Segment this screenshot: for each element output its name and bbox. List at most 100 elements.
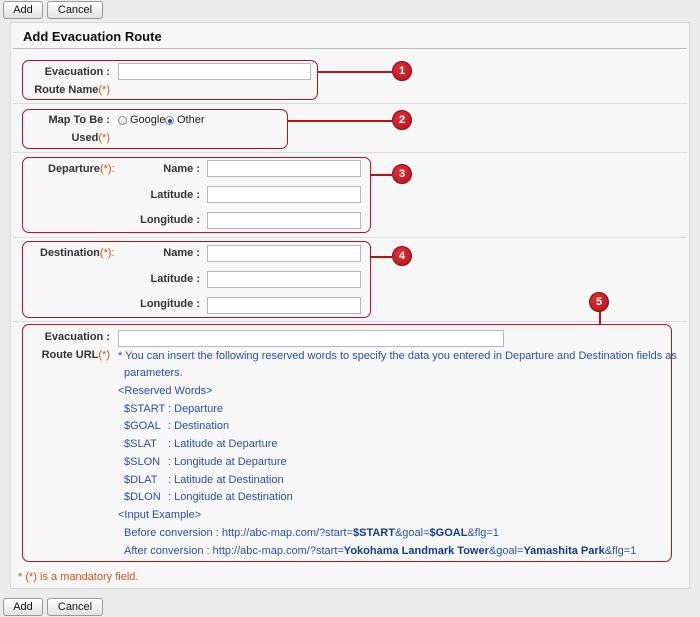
destination-name-label: Name : (163, 247, 200, 259)
label-colon: : (103, 114, 110, 126)
callout-leader (599, 311, 601, 325)
example-url-keyword: $START (352, 527, 395, 539)
map-label: Map To Be : (30, 114, 110, 126)
callout-leader (371, 174, 392, 176)
reserved-word-desc: Longitude at Destination (174, 491, 293, 503)
callout-leader (288, 120, 392, 122)
reserved-word: $SLON (124, 456, 161, 468)
callout-badge-4: 4 (392, 246, 412, 266)
example-url-keyword: $GOAL (429, 527, 468, 539)
title-divider (13, 48, 687, 49)
example-url-part: &flg=1 (604, 545, 637, 557)
route-url-help-line1: * You can insert the following reserved … (118, 350, 677, 362)
after-conversion-label: After conversion (124, 545, 204, 557)
add-button-bottom[interactable]: Add (3, 598, 43, 616)
destination-longitude-label-text: Longitude (140, 298, 194, 310)
reserved-word-row: $START: Departure (124, 403, 224, 415)
callout-badge-1: 1 (392, 61, 412, 81)
reserved-word-desc: Destination (174, 420, 230, 432)
map-label-line2: Used (71, 132, 99, 144)
other-radio[interactable] (165, 116, 174, 125)
reserved-word-row: $DLON: Longitude at Destination (124, 491, 293, 503)
destination-label: Destination(*): (40, 247, 115, 259)
add-button[interactable]: Add (3, 1, 43, 19)
reserved-word-row: $SLAT: Latitude at Departure (124, 438, 278, 450)
departure-label-text: Departure (48, 163, 100, 175)
row-divider (13, 152, 687, 153)
reserved-word: $DLAT (124, 474, 158, 486)
reserved-word: $GOAL (124, 420, 161, 432)
destination-name-input[interactable] (207, 245, 361, 262)
row-divider (13, 103, 687, 104)
reserved-word-desc: Longitude at Departure (174, 456, 287, 468)
reserved-word-row: $DLAT: Latitude at Destination (124, 474, 284, 486)
example-url-part: http://abc-map.com/?start= (212, 545, 344, 557)
route-name-input[interactable] (118, 63, 311, 80)
example-url-part: http://abc-map.com/?start= (221, 527, 353, 539)
callout-leader (371, 256, 392, 258)
departure-latitude-input[interactable] (207, 186, 361, 203)
route-name-label: Evacuation : (30, 66, 110, 78)
departure-name-label: Name : (163, 163, 200, 175)
map-label-2: Used(*) (30, 132, 110, 144)
departure-longitude-label: Longitude : (140, 214, 200, 226)
reserved-words-header: <Reserved Words> (118, 385, 213, 397)
callout-badge-2: 2 (392, 110, 412, 130)
route-name-label-line1: Evacuation (44, 66, 104, 78)
route-url-label-line1: Evacuation (44, 331, 104, 343)
after-conversion-example: After conversion : http://abc-map.com/?s… (124, 545, 637, 557)
departure-latitude-label: Latitude : (150, 189, 200, 201)
example-url-keyword: Yamashita Park (523, 545, 605, 557)
reserved-word-desc: Latitude at Departure (174, 438, 278, 450)
before-conversion-label: Before conversion (124, 527, 213, 539)
required-marker: (*) (98, 349, 110, 361)
required-marker: (*) (99, 163, 112, 175)
departure-label: Departure(*): (48, 163, 115, 175)
route-url-help-line2: parameters. (124, 367, 183, 379)
google-radio-label[interactable]: Google (130, 114, 165, 126)
cancel-button[interactable]: Cancel (47, 1, 103, 19)
label-colon: : (103, 66, 110, 78)
google-radio[interactable] (118, 116, 127, 125)
example-url-keyword: Yokohama Landmark Tower (343, 545, 489, 557)
other-radio-label[interactable]: Other (177, 114, 205, 126)
reserved-word-desc: Departure (174, 403, 224, 415)
departure-name-input[interactable] (207, 160, 361, 177)
route-url-label-2: Route URL(*) (30, 349, 110, 361)
route-name-label-2: Route Name(*) (30, 84, 110, 96)
example-url-part: &goal= (394, 527, 430, 539)
route-url-label-line2: Route URL (41, 349, 99, 361)
required-marker: (*) (99, 247, 112, 259)
departure-longitude-input[interactable] (207, 212, 361, 229)
reserved-word-desc: Latitude at Destination (174, 474, 284, 486)
destination-latitude-input[interactable] (207, 271, 361, 288)
required-marker: (*) (98, 84, 110, 96)
callout-badge-3: 3 (392, 164, 412, 184)
example-url-part: &flg=1 (467, 527, 499, 539)
cancel-button-bottom[interactable]: Cancel (47, 598, 103, 616)
departure-latitude-label-text: Latitude (150, 189, 194, 201)
departure-name-label-text: Name (163, 163, 194, 175)
page-title: Add Evacuation Route (23, 29, 162, 44)
route-url-label: Evacuation : (30, 331, 110, 343)
input-example-header: <Input Example> (118, 509, 202, 521)
label-colon: : (111, 163, 115, 175)
reserved-word: $START (124, 403, 166, 415)
route-url-input[interactable] (118, 330, 504, 347)
reserved-word: $DLON (124, 491, 161, 503)
destination-name-label-text: Name (163, 247, 194, 259)
callout-leader (318, 71, 392, 73)
reserved-word-row: $GOAL: Destination (124, 420, 230, 432)
before-conversion-example: Before conversion : http://abc-map.com/?… (124, 527, 499, 539)
row-divider (13, 321, 687, 322)
example-url-part: &goal= (488, 545, 524, 557)
destination-latitude-label: Latitude : (150, 273, 200, 285)
map-label-line1: Map To Be (48, 114, 104, 126)
reserved-word: $SLAT (124, 438, 157, 450)
destination-longitude-input[interactable] (207, 297, 361, 314)
row-divider (13, 237, 687, 238)
destination-latitude-label-text: Latitude (150, 273, 194, 285)
route-name-label-line2: Route Name (34, 84, 99, 96)
callout-badge-5: 5 (589, 292, 609, 312)
required-marker: (*) (98, 132, 110, 144)
